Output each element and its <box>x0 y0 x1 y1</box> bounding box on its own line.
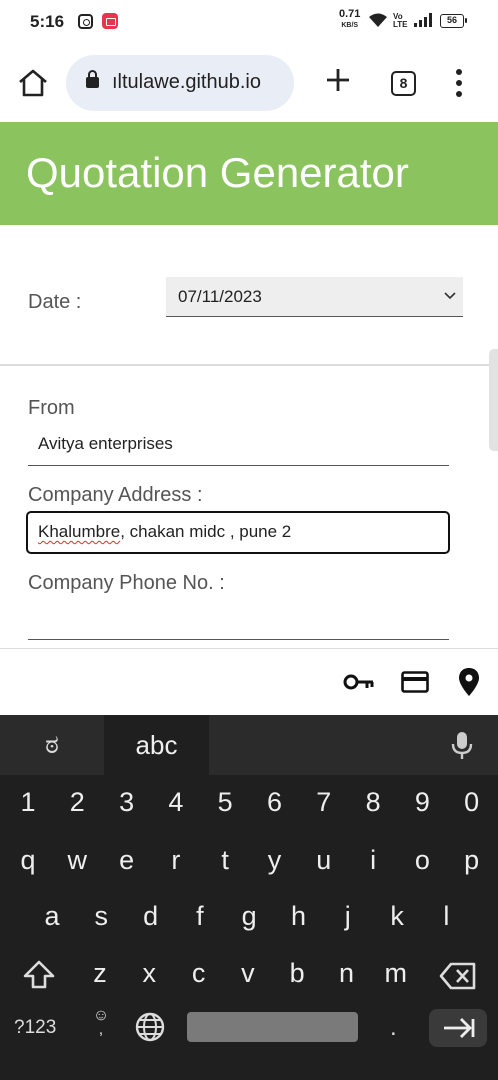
key-f[interactable]: f <box>178 894 222 938</box>
key-y[interactable]: y <box>253 838 297 882</box>
section-divider <box>0 364 498 366</box>
key-j[interactable]: j <box>326 894 370 938</box>
key-s[interactable]: s <box>79 894 123 938</box>
key-x[interactable]: x <box>127 951 171 995</box>
address-input[interactable]: Khalumbre, chakan midc , pune 2 <box>26 511 450 554</box>
tabs-icon[interactable]: 8 <box>391 71 416 96</box>
wifi-icon <box>369 13 387 27</box>
from-input[interactable]: Avitya enterprises <box>28 426 449 466</box>
signal-icon <box>414 13 432 27</box>
key-0[interactable]: 0 <box>450 780 494 824</box>
address-label: Company Address : <box>28 484 203 506</box>
network-speed-unit: KB/S <box>341 22 359 29</box>
url-text[interactable]: ıltulawe.github.io <box>112 71 288 94</box>
battery-icon: 56 <box>440 14 467 28</box>
key-m[interactable]: m <box>374 951 418 995</box>
enter-key[interactable] <box>429 1009 487 1047</box>
phone-label: Company Phone No. : <box>28 572 225 594</box>
keyboard-toolbar: ಠ abc <box>0 715 498 775</box>
plus-icon[interactable] <box>324 66 352 94</box>
chevron-down-icon[interactable] <box>443 288 457 302</box>
key-4[interactable]: 4 <box>154 780 198 824</box>
phone-input[interactable] <box>28 600 449 640</box>
key-o[interactable]: o <box>400 838 444 882</box>
credit-card-icon[interactable] <box>401 670 429 694</box>
key-p[interactable]: p <box>450 838 494 882</box>
key-2[interactable]: 2 <box>55 780 99 824</box>
key-d[interactable]: d <box>129 894 173 938</box>
key-a[interactable]: a <box>30 894 74 938</box>
key-8[interactable]: 8 <box>351 780 395 824</box>
address-text: , chakan midc , pune 2 <box>120 522 292 541</box>
volte-label: Vo LTE <box>393 12 408 29</box>
url-bar[interactable]: ıltulawe.github.io <box>66 55 294 111</box>
key-z[interactable]: z <box>78 951 122 995</box>
globe-icon[interactable] <box>135 1012 165 1042</box>
page-title: Quotation Generator <box>26 149 409 196</box>
key-g[interactable]: g <box>227 894 271 938</box>
from-label: From <box>28 397 75 419</box>
instagram-icon <box>78 14 93 29</box>
phone-screen: 5:16 0.71 KB/S Vo LTE 56 ıltulawe.github… <box>0 0 498 1080</box>
key-q[interactable]: q <box>6 838 50 882</box>
key-n[interactable]: n <box>325 951 369 995</box>
more-vert-icon[interactable] <box>450 69 468 99</box>
network-speed: 0.71 KB/S <box>339 8 361 30</box>
key-7[interactable]: 7 <box>302 780 346 824</box>
key-r[interactable]: r <box>154 838 198 882</box>
status-bar: 5:16 0.71 KB/S Vo LTE 56 <box>0 0 498 44</box>
lock-icon[interactable] <box>86 70 99 88</box>
language-tab[interactable]: ಠ <box>0 715 104 775</box>
network-speed-value: 0.71 <box>339 8 361 20</box>
autofill-bar <box>0 648 498 715</box>
mic-icon[interactable] <box>451 731 473 761</box>
space-bar[interactable] <box>187 1012 358 1042</box>
soft-keyboard: ಠ abc 1234567890 qwertyuiop asdfghjkl zx… <box>0 715 498 1080</box>
status-time: 5:16 <box>30 12 65 31</box>
key-u[interactable]: u <box>302 838 346 882</box>
key-l[interactable]: l <box>424 894 468 938</box>
key-icon[interactable] <box>343 670 375 694</box>
browser-toolbar: ıltulawe.github.io 8 <box>0 44 498 122</box>
emoji-comma-key[interactable]: ☺ , <box>86 1008 116 1045</box>
key-w[interactable]: w <box>55 838 99 882</box>
key-c[interactable]: c <box>177 951 221 995</box>
enter-icon <box>444 1018 475 1038</box>
key-b[interactable]: b <box>275 951 319 995</box>
key-1[interactable]: 1 <box>6 780 50 824</box>
backspace-icon[interactable] <box>439 962 477 990</box>
scrollbar-handle[interactable] <box>489 349 498 451</box>
key-i[interactable]: i <box>351 838 395 882</box>
misspelled-word: Khalumbre <box>38 522 121 541</box>
shift-icon[interactable] <box>22 959 56 991</box>
key-t[interactable]: t <box>203 838 247 882</box>
comma-label: , <box>98 1021 104 1038</box>
symbols-key[interactable]: ?123 <box>14 1017 56 1039</box>
key-9[interactable]: 9 <box>400 780 444 824</box>
key-e[interactable]: e <box>105 838 149 882</box>
home-icon[interactable] <box>16 66 50 100</box>
page-header: Quotation Generator <box>0 122 498 225</box>
date-label: Date : <box>28 291 82 313</box>
period-key[interactable]: . <box>390 1016 397 1040</box>
date-value[interactable]: 07/11/2023 <box>178 287 262 307</box>
key-5[interactable]: 5 <box>203 780 247 824</box>
abc-tab[interactable]: abc <box>104 715 209 775</box>
web-page: Quotation Generator Date : 07/11/2023 Fr… <box>0 122 498 648</box>
key-h[interactable]: h <box>277 894 321 938</box>
key-3[interactable]: 3 <box>105 780 149 824</box>
key-6[interactable]: 6 <box>253 780 297 824</box>
location-pin-icon[interactable] <box>458 667 480 697</box>
key-k[interactable]: k <box>375 894 419 938</box>
key-v[interactable]: v <box>226 951 270 995</box>
date-picker[interactable]: 07/11/2023 <box>166 277 463 317</box>
screen-record-icon <box>102 13 118 29</box>
